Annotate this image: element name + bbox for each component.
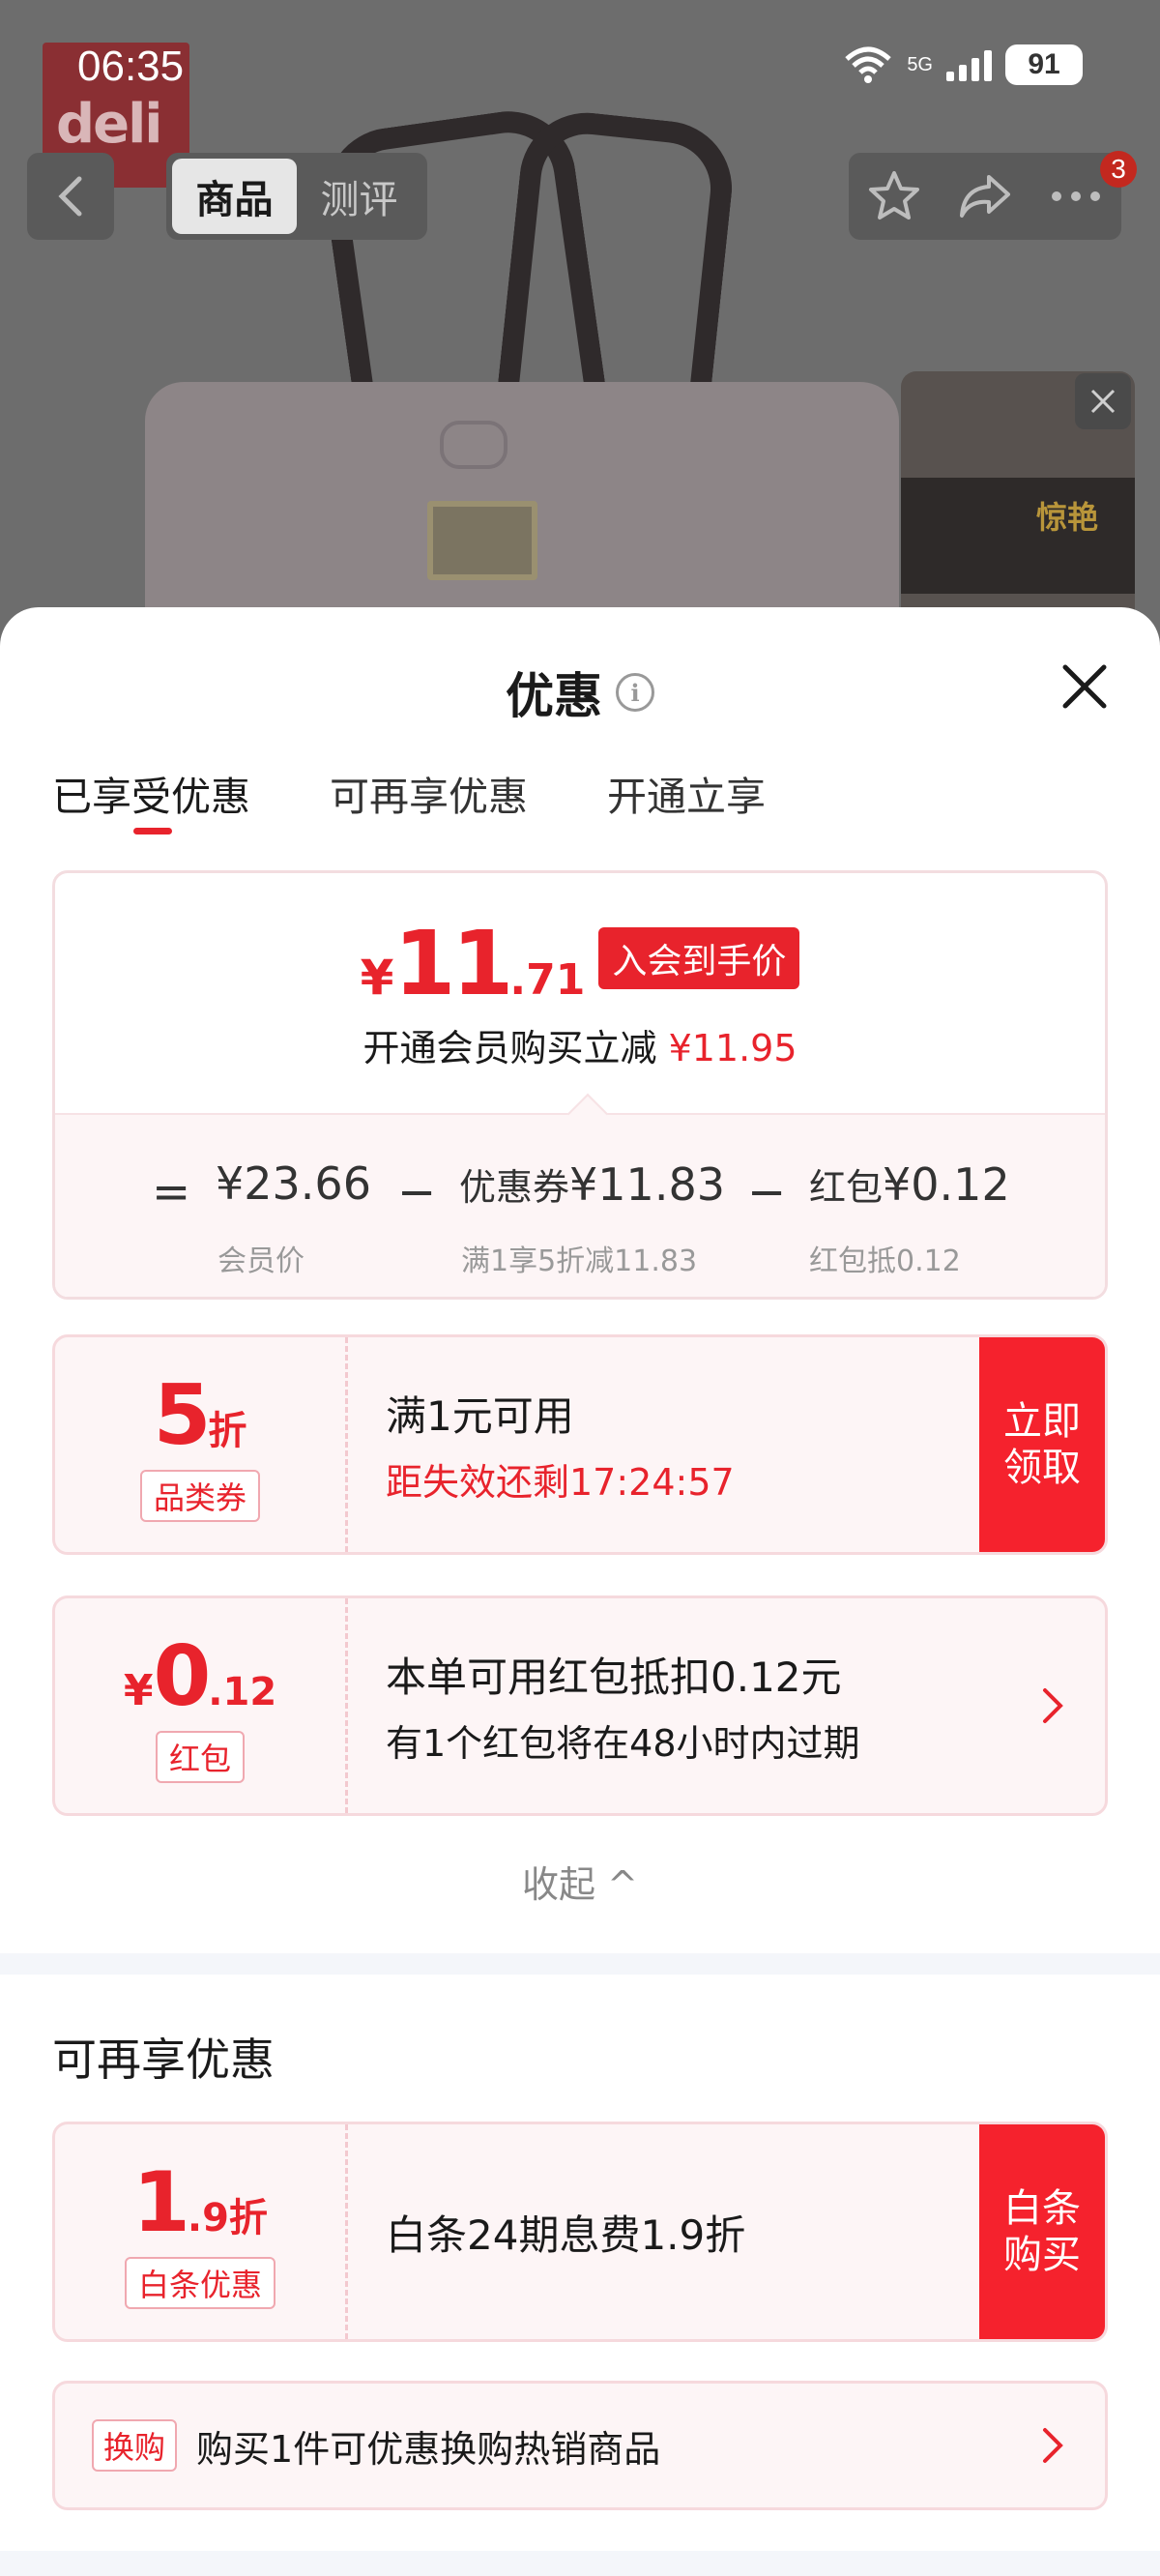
baitiao-offer-text: 白条24期息费1.9折 — [386, 2210, 746, 2259]
coupon-card-baitiao: 1.9折 白条优惠 白条24期息费1.9折 白条 购买 — [52, 2122, 1108, 2342]
redpack-main-text: 本单可用红包抵扣0.12元 — [386, 1654, 842, 1701]
more-icon[interactable] — [1047, 187, 1105, 206]
coupon-type-tag: 品类券 — [139, 1470, 260, 1522]
redpack-expiry-text: 有1个红包将在48小时内过期 — [386, 1722, 860, 1765]
coupon-card-redpack[interactable]: ¥0.12 红包 本单可用红包抵扣0.12元 有1个红包将在48小时内过期 — [52, 1595, 1108, 1816]
swap-text: 购买1件可优惠换购热销商品 — [196, 2427, 661, 2471]
tab-review[interactable]: 测评 — [297, 159, 421, 234]
sheet-title: 优惠 — [506, 668, 602, 724]
sheet-tabs: 已享受优惠 可再享优惠 开通立享 — [52, 764, 766, 834]
price-summary-card: ¥ 11 .71 入会到手价 开通会员购买立减 ¥11.95 = ¥23.66 … — [52, 870, 1108, 1300]
minus-sign: − — [397, 1165, 437, 1219]
product-tabs: 商品 测评 — [166, 153, 427, 240]
tab-more-discounts[interactable]: 可再享优惠 — [330, 764, 528, 822]
redpack-breakdown-value: ¥0.12 — [883, 1158, 1010, 1211]
chevron-right-icon — [1043, 2428, 1063, 2463]
star-icon[interactable] — [865, 167, 923, 225]
share-icon[interactable] — [956, 167, 1014, 225]
member-saving-text: 开通会员购买立减 ¥11.95 — [362, 1027, 798, 1069]
redpack-breakdown-label: 红包 — [809, 1166, 884, 1209]
price-breakdown: = ¥23.66 会员价 − 优惠券¥11.83 满1享5折减11.83 − 红… — [55, 1113, 1105, 1297]
close-icon — [1090, 389, 1116, 414]
baitiao-buy-button[interactable]: 白条 购买 — [979, 2124, 1105, 2339]
nav-actions — [849, 153, 1121, 240]
bag-name-tag — [427, 501, 537, 580]
collapse-button[interactable]: 收起 ^ — [0, 1855, 1160, 1908]
close-icon[interactable] — [1058, 659, 1112, 714]
member-price-label: 会员价 — [218, 1244, 304, 1278]
notification-badge: 3 — [1100, 151, 1137, 188]
sheet-header: 优惠 i — [0, 658, 1160, 727]
status-icons: 5G 91 — [843, 44, 1083, 85]
swap-purchase-row[interactable]: 换购 购买1件可优惠换购热销商品 — [52, 2381, 1108, 2510]
battery-icon: 91 — [1005, 44, 1083, 85]
more-discounts-heading: 可再享优惠 — [52, 2034, 275, 2086]
section-divider — [0, 2551, 1160, 2576]
wifi-icon — [845, 46, 891, 83]
coupon-breakdown-note: 满1享5折减11.83 — [461, 1244, 698, 1278]
discount-sheet: 优惠 i 已享受优惠 可再享优惠 开通立享 ¥ 11 .71 入会到手价 开通会… — [0, 607, 1160, 2576]
status-time: 06:35 — [77, 43, 185, 90]
video-close-button[interactable] — [1075, 373, 1131, 429]
bag-zipper — [440, 421, 508, 469]
section-divider — [0, 1953, 1160, 1975]
chevron-right-icon — [1043, 1688, 1063, 1723]
coupon-countdown: 距失效还剩17:24:57 — [386, 1461, 735, 1504]
info-icon[interactable]: i — [616, 673, 654, 712]
tab-enjoyed-discounts[interactable]: 已享受优惠 — [52, 764, 250, 834]
claim-coupon-button[interactable]: 立即 领取 — [979, 1337, 1105, 1552]
tab-open-membership[interactable]: 开通立享 — [607, 764, 766, 822]
redpack-breakdown-note: 红包抵0.12 — [809, 1244, 961, 1278]
coupon-condition: 满1元可用 — [386, 1392, 574, 1440]
network-type: 5G — [907, 53, 933, 75]
back-button[interactable] — [27, 153, 114, 240]
baitiao-tag: 白条优惠 — [124, 2257, 276, 2309]
equals-sign: = — [152, 1165, 191, 1219]
chevron-left-icon — [58, 176, 82, 217]
tab-product[interactable]: 商品 — [172, 159, 297, 234]
final-price: ¥ 11 .71 入会到手价 — [55, 912, 1105, 1015]
video-thumb-caption: 惊艳 — [1036, 499, 1099, 536]
coupon-breakdown-label: 优惠券 — [459, 1166, 570, 1209]
member-price-badge: 入会到手价 — [598, 926, 800, 989]
minus-sign: − — [747, 1165, 787, 1219]
redpack-tag: 红包 — [155, 1731, 245, 1783]
coupon-breakdown-value: ¥11.83 — [569, 1158, 725, 1211]
swap-tag: 换购 — [92, 2419, 178, 2472]
signal-icon — [946, 48, 992, 81]
member-price-value: ¥23.66 — [216, 1157, 371, 1210]
coupon-card-category: 5折 品类券 满1元可用 距失效还剩17:24:57 立即 领取 — [52, 1334, 1108, 1555]
